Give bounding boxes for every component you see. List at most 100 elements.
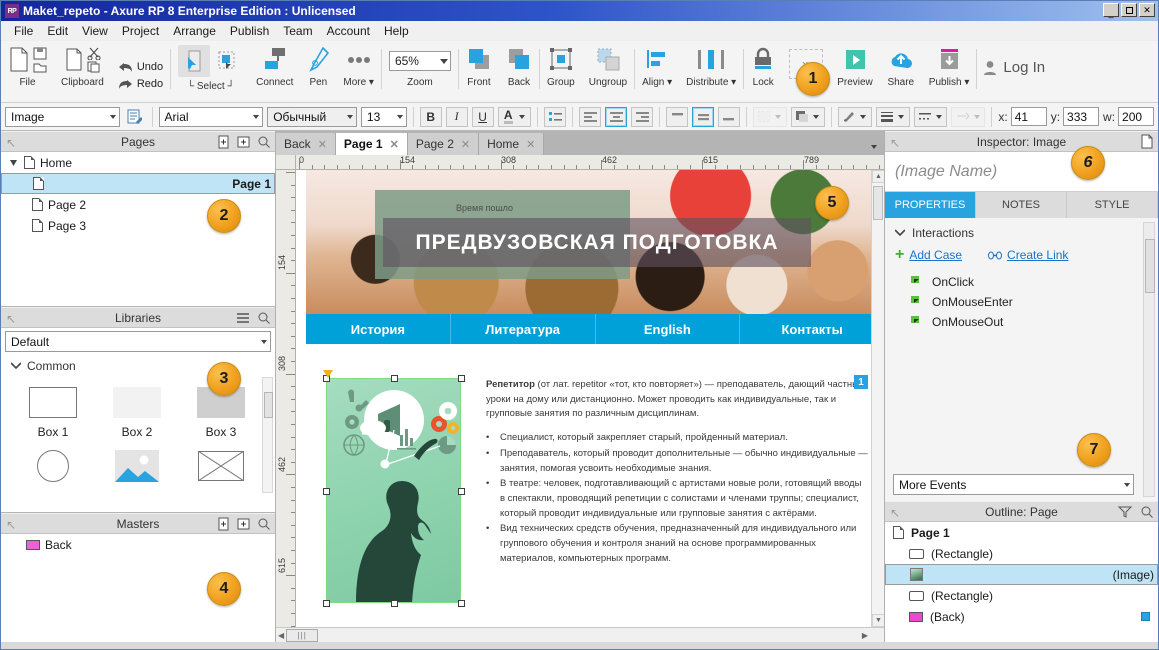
align-center-button[interactable]	[605, 106, 628, 127]
menu-icon[interactable]	[236, 311, 250, 325]
menu-item-team[interactable]: Team	[276, 22, 319, 40]
bring-front-button[interactable]: Front	[459, 45, 499, 101]
font-style-select[interactable]: Обычный	[267, 106, 357, 127]
close-icon[interactable]: ✕	[461, 138, 470, 151]
resize-handle-se[interactable]	[458, 600, 465, 607]
minimize-button[interactable]: _	[1103, 3, 1119, 17]
canvas-vertical-scrollbar[interactable]: ▲ ▼	[871, 170, 884, 627]
collapse-icon[interactable]: ↖	[890, 506, 900, 520]
scrollbar-thumb[interactable]: |||	[286, 628, 319, 642]
page-tree-item-home[interactable]: Home	[1, 152, 275, 173]
pen-group[interactable]: Pen	[300, 45, 336, 101]
share-button[interactable]: Share	[880, 45, 922, 101]
menu-item-project[interactable]: Project	[115, 22, 166, 40]
more-events-select[interactable]: More Events	[893, 474, 1134, 495]
tab-page-1[interactable]: Page 1 ✕	[335, 133, 408, 155]
site-navbar-widget[interactable]: История Литература English Контакты	[306, 314, 884, 344]
w-input[interactable]	[1118, 107, 1155, 126]
expand-triangle-icon[interactable]	[9, 159, 19, 167]
close-icon[interactable]: ✕	[390, 138, 399, 151]
menu-item-help[interactable]: Help	[377, 22, 416, 40]
widget-ellipse[interactable]	[11, 445, 95, 487]
align-right-button[interactable]	[631, 106, 654, 127]
resize-handle-w[interactable]	[323, 488, 330, 495]
search-icon[interactable]	[1140, 505, 1153, 519]
scroll-down-button[interactable]: ▼	[872, 614, 884, 627]
menu-item-file[interactable]: File	[7, 22, 40, 40]
design-canvas[interactable]: Время пошло ПРЕДВУЗОВСКАЯ ПОДГОТОВКА Ист…	[296, 170, 884, 627]
collapse-icon[interactable]: ↖	[890, 136, 900, 150]
tab-overflow-chevron-icon[interactable]	[871, 145, 877, 149]
nav-item-english[interactable]: English	[596, 314, 741, 344]
font-size-select[interactable]: 13	[360, 106, 407, 127]
search-icon[interactable]	[257, 311, 270, 325]
maximize-button[interactable]	[1121, 3, 1137, 17]
collapse-icon[interactable]: ↖	[6, 312, 16, 326]
resize-handle-n[interactable]	[391, 375, 398, 382]
arrow-style-button[interactable]	[951, 106, 986, 127]
connect-group[interactable]: Connect	[249, 45, 300, 101]
preview-button[interactable]: Preview	[830, 45, 880, 101]
tab-style[interactable]: STYLE	[1067, 192, 1158, 218]
distribute-button[interactable]: Distribute ▾	[679, 45, 743, 101]
valign-bottom-button[interactable]	[717, 106, 740, 127]
paste-icon[interactable]	[64, 45, 84, 75]
tab-home[interactable]: Home ✕	[479, 133, 545, 155]
add-folder-icon[interactable]	[237, 517, 250, 531]
search-icon[interactable]	[257, 135, 270, 149]
close-button[interactable]: ✕	[1139, 3, 1155, 17]
valign-middle-button[interactable]	[692, 106, 714, 127]
create-link-button[interactable]: Create Link	[988, 248, 1068, 262]
align-left-button[interactable]	[579, 106, 602, 127]
send-back-button[interactable]: Back	[499, 45, 539, 101]
line-width-button[interactable]	[875, 106, 910, 127]
search-icon[interactable]	[257, 517, 270, 531]
outline-item-page1[interactable]: Page 1	[885, 522, 1158, 543]
widget-image[interactable]	[95, 445, 179, 487]
collapse-icon[interactable]: ↖	[6, 136, 16, 150]
marquee-select-button[interactable]	[210, 45, 242, 77]
resize-handle-e[interactable]	[458, 488, 465, 495]
hero-banner-widget[interactable]: Время пошло ПРЕДВУЗОВСКАЯ ПОДГОТОВКА	[306, 170, 884, 314]
scroll-right-button[interactable]: ▶	[862, 631, 882, 640]
bold-button[interactable]: B	[419, 106, 442, 127]
add-folder-icon[interactable]	[237, 135, 250, 149]
add-page-icon[interactable]	[217, 135, 230, 149]
interactions-section-header[interactable]: Interactions	[885, 224, 1158, 246]
widget-placeholder[interactable]	[179, 445, 263, 487]
bullet-list-button[interactable]	[544, 106, 567, 127]
resize-handle-sw[interactable]	[323, 600, 330, 607]
collapse-icon[interactable]: ↖	[6, 518, 16, 532]
scrollbar-thumb[interactable]	[873, 186, 883, 220]
nav-item-literature[interactable]: Литература	[451, 314, 596, 344]
library-select[interactable]: Default	[5, 331, 271, 352]
new-file-icon[interactable]	[8, 45, 30, 75]
scroll-left-button[interactable]: ◀	[278, 631, 284, 640]
master-visibility-toggle[interactable]	[1141, 612, 1150, 621]
outline-item-rectangle-2[interactable]: (Rectangle)	[885, 585, 1158, 606]
x-input[interactable]	[1010, 107, 1047, 126]
italic-button[interactable]: I	[445, 106, 468, 127]
add-master-icon[interactable]	[217, 517, 230, 531]
event-onmouseenter[interactable]: OnMouseEnter	[885, 292, 1158, 312]
font-color-button[interactable]: A	[497, 106, 532, 127]
menu-item-arrange[interactable]: Arrange	[166, 22, 223, 40]
y-coordinate-field[interactable]: y:	[1051, 107, 1100, 126]
outline-item-rectangle-1[interactable]: (Rectangle)	[885, 543, 1158, 564]
rotation-handle-icon[interactable]	[323, 370, 333, 378]
tab-back[interactable]: Back ✕	[276, 133, 336, 155]
event-onmouseout[interactable]: OnMouseOut	[885, 312, 1158, 332]
valign-top-button[interactable]	[666, 106, 689, 127]
close-icon[interactable]: ✕	[526, 138, 535, 151]
menu-item-account[interactable]: Account	[320, 22, 377, 40]
underline-button[interactable]: U	[471, 106, 494, 127]
nav-item-contacts[interactable]: Контакты	[740, 314, 884, 344]
tab-notes[interactable]: NOTES	[976, 192, 1067, 218]
widget-box-1[interactable]: Box 1	[11, 381, 95, 439]
inspector-scrollbar[interactable]	[1143, 222, 1155, 497]
zoom-select[interactable]: 65%	[388, 51, 451, 71]
undo-button[interactable]: Undo	[118, 61, 163, 73]
close-icon[interactable]: ✕	[318, 138, 327, 151]
outline-item-back-master[interactable]: (Back)	[885, 606, 1158, 627]
line-style-button[interactable]	[913, 106, 948, 127]
